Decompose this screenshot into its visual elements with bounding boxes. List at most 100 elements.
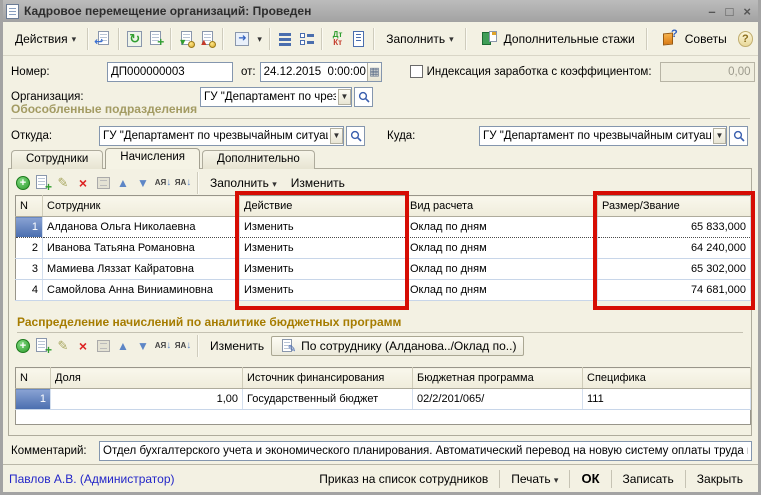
status-bar: Павлов А.В. (Администратор) Приказ на сп…: [3, 464, 758, 492]
table-filler-row: [16, 410, 751, 425]
maximize-icon[interactable]: □: [726, 5, 734, 18]
accruals-header-row: N Сотрудник Действие Вид расчета Размер/…: [16, 196, 751, 217]
table-row[interactable]: 2 Иванова Татьяна Романовна Изменить Окл…: [16, 238, 751, 259]
copy-row-icon[interactable]: +: [34, 174, 52, 192]
comment-input[interactable]: [103, 442, 748, 460]
edit-row-icon[interactable]: ✎: [54, 174, 72, 192]
copy-row-icon[interactable]: +: [34, 337, 52, 355]
accruals-table-wrap: N Сотрудник Действие Вид расчета Размер/…: [15, 195, 751, 301]
to-input[interactable]: [483, 127, 711, 145]
extra-experience-button[interactable]: Дополнительные стажи: [471, 26, 642, 52]
from-lookup-button[interactable]: [346, 126, 365, 146]
accruals-table: N Сотрудник Действие Вид расчета Размер/…: [15, 195, 751, 301]
edit-row-icon[interactable]: ✎: [54, 337, 72, 355]
indexation-checkbox[interactable]: [410, 65, 423, 78]
indexation-label: Индексация заработка с коэффициентом:: [427, 66, 652, 78]
tab-additional[interactable]: Дополнительно: [202, 150, 315, 169]
close-icon[interactable]: ×: [743, 5, 751, 18]
help-icon[interactable]: ?: [738, 31, 753, 47]
chevron-down-icon[interactable]: ▼: [713, 128, 726, 144]
chevron-down-icon: ▾: [272, 179, 277, 189]
from-input[interactable]: [103, 127, 328, 145]
chevron-down-icon: ▾: [72, 35, 77, 43]
distribution-edit-button[interactable]: Изменить: [203, 336, 271, 356]
calendar-icon[interactable]: ▦: [367, 63, 380, 81]
actions-button[interactable]: Действия ▾: [8, 28, 83, 50]
move-up-icon[interactable]: ▲: [114, 174, 132, 192]
delete-row-icon[interactable]: ×: [74, 337, 92, 355]
table-row[interactable]: 4 Самойлова Анна Виниаминовна Изменить О…: [16, 280, 751, 301]
sort-descending-icon[interactable]: ЯА↓: [174, 337, 192, 355]
tips-book-icon: ?: [661, 30, 679, 48]
move-up-icon[interactable]: ▲: [114, 337, 132, 355]
save-button[interactable]: Записать: [614, 468, 683, 490]
minimize-icon[interactable]: –: [708, 5, 715, 18]
sort-descending-icon[interactable]: ЯА↓: [174, 174, 192, 192]
post-document-icon[interactable]: ↻: [126, 30, 143, 48]
table-row[interactable]: 3 Мамиева Ляззат Кайратовна Изменить Окл…: [16, 259, 751, 280]
tab-employees[interactable]: Сотрудники: [11, 150, 103, 169]
magnifier-icon: [350, 130, 362, 142]
organization-label: Организация:: [11, 91, 200, 103]
create-based-icon[interactable]: +: [147, 30, 164, 48]
finish-edit-icon[interactable]: [94, 174, 112, 192]
sort-ascending-icon[interactable]: АЯ↓: [154, 174, 172, 192]
add-row-icon[interactable]: +: [14, 174, 32, 192]
order-list-button[interactable]: Приказ на список сотрудников: [310, 468, 497, 490]
comment-row: Комментарий:: [3, 440, 758, 461]
accruals-edit-button[interactable]: Изменить: [284, 173, 352, 193]
tab-strip: Сотрудники Начисления Дополнительно: [11, 148, 317, 169]
number-input[interactable]: [111, 63, 229, 81]
reread-icon[interactable]: ↩: [95, 30, 112, 48]
cancel-posting-icon[interactable]: ▲: [199, 30, 216, 48]
accruals-tab-panel: + + ✎ × ▲ ▼ АЯ↓ ЯА↓ Заполнить ▾ Изменить…: [8, 168, 752, 436]
accruals-toolbar: + + ✎ × ▲ ▼ АЯ↓ ЯА↓ Заполнить ▾ Изменить: [9, 171, 751, 195]
date-label: от:: [241, 66, 256, 78]
sort-ascending-icon[interactable]: АЯ↓: [154, 337, 172, 355]
comment-label: Комментарий:: [11, 445, 99, 457]
date-field[interactable]: ▦: [260, 62, 382, 82]
from-field[interactable]: ▼: [99, 126, 344, 146]
chevron-down-icon: ▾: [554, 475, 559, 485]
distribution-toolbar: + + ✎ × ▲ ▼ АЯ↓ ЯА↓ Изменить ✎ По сотруд…: [9, 334, 751, 358]
post-with-movements-icon[interactable]: ▼: [178, 30, 195, 48]
checkbox-list-icon[interactable]: [298, 30, 315, 48]
table-row[interactable]: 1 1,00 Государственный бюджет 02/2/201/0…: [16, 389, 751, 410]
chevron-down-icon[interactable]: ▼: [330, 128, 343, 144]
go-to-icon: ➜: [233, 30, 251, 48]
magnifier-icon: [733, 130, 745, 142]
ok-button[interactable]: ОК: [572, 467, 608, 490]
move-down-icon[interactable]: ▼: [134, 174, 152, 192]
current-user-link[interactable]: Павлов А.В. (Администратор): [9, 472, 310, 486]
dt-kt-postings-icon[interactable]: Дт Кт: [329, 30, 346, 48]
indexation-coefficient-field: 0,00: [660, 62, 755, 82]
delete-row-icon[interactable]: ×: [74, 174, 92, 192]
tips-button[interactable]: ? Советы: [652, 26, 734, 52]
table-row[interactable]: 1 Алданова Ольга Николаевна Изменить Окл…: [16, 217, 751, 238]
to-label: Куда:: [387, 130, 479, 142]
move-down-icon[interactable]: ▼: [134, 337, 152, 355]
number-field[interactable]: [107, 62, 233, 82]
accruals-fill-button[interactable]: Заполнить ▾: [203, 173, 284, 193]
to-field[interactable]: ▼: [479, 126, 727, 146]
title-bar[interactable]: Кадровое перемещение организаций: Провед…: [0, 0, 761, 22]
print-button[interactable]: Печать ▾: [502, 468, 567, 490]
finish-edit-icon[interactable]: [94, 337, 112, 355]
close-button[interactable]: Закрыть: [688, 468, 752, 490]
header-fields-row: Номер: от: ▦ Индексация заработка с коэф…: [3, 61, 758, 82]
list-settings-icon[interactable]: [277, 30, 294, 48]
main-toolbar: Действия ▾ ↩ ↻ + ▼ ▲ ➜: [3, 22, 758, 56]
to-lookup-button[interactable]: [729, 126, 748, 146]
comment-field[interactable]: [99, 441, 752, 461]
by-employee-button[interactable]: ✎ По сотруднику (Алданова../Оклад по..): [271, 336, 524, 356]
chevron-down-icon: ▾: [257, 35, 262, 43]
tab-accruals[interactable]: Начисления: [105, 148, 200, 169]
by-employee-filter-icon: ✎: [281, 339, 295, 353]
go-to-button[interactable]: ➜ ▾: [228, 26, 265, 52]
date-input[interactable]: [264, 63, 368, 81]
distribution-header-row: N Доля Источник финансирования Бюджетная…: [16, 368, 751, 389]
number-label: Номер:: [11, 66, 107, 78]
fill-button[interactable]: Заполнить ▾: [379, 28, 460, 50]
add-row-icon[interactable]: +: [14, 337, 32, 355]
document-register-icon[interactable]: [350, 30, 367, 48]
